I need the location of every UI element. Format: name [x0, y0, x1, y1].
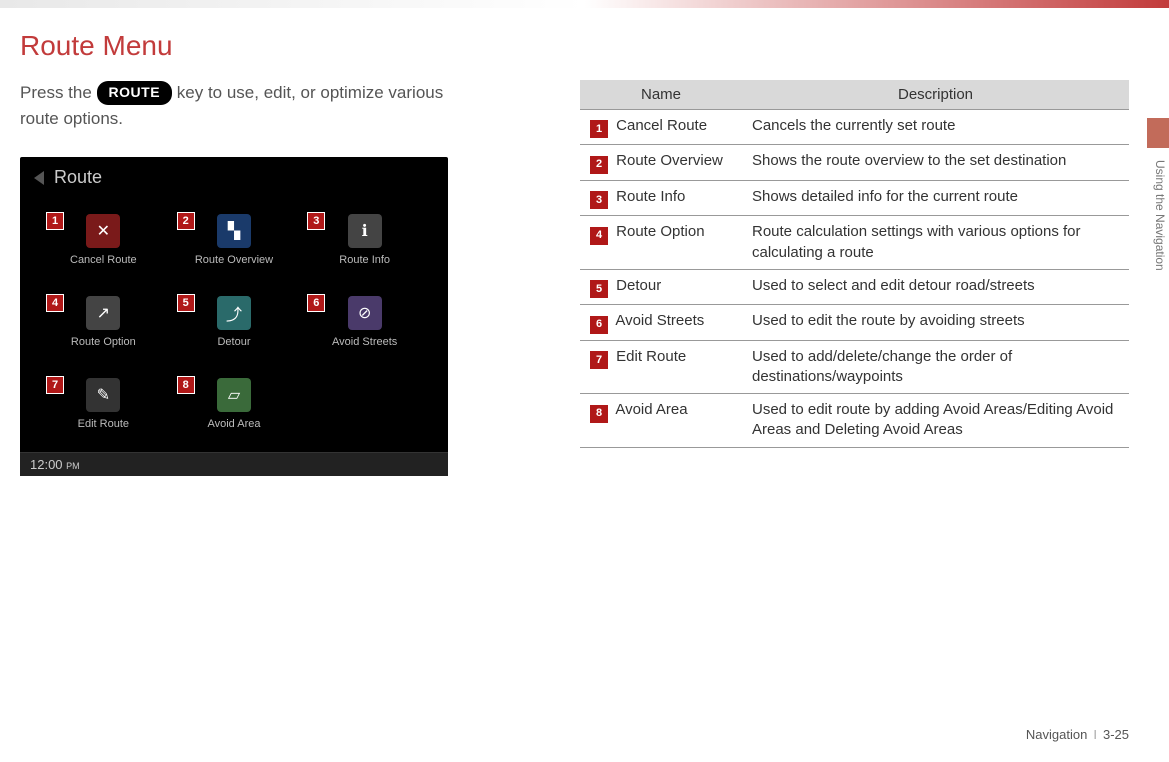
cell-desc: Route calculation settings with various …: [742, 216, 1129, 270]
tile-icon: ↗: [86, 296, 120, 330]
cell-desc: Shows detailed info for the current rout…: [742, 180, 1129, 215]
table-row: 5 DetourUsed to select and edit detour r…: [580, 269, 1129, 304]
tile-label: Route Info: [339, 254, 390, 266]
cell-desc: Used to edit route by adding Avoid Areas…: [742, 394, 1129, 448]
tile-icon: ⤴: [217, 296, 251, 330]
route-tile[interactable]: 6 ⊘ Avoid Streets: [299, 296, 430, 348]
tile-label: Edit Route: [78, 418, 129, 430]
cell-desc: Cancels the currently set route: [742, 110, 1129, 145]
tile-label: Avoid Area: [207, 418, 260, 430]
clock-suffix: PM: [66, 461, 80, 471]
tile-label: Detour: [217, 336, 250, 348]
route-tile[interactable]: 7 ✎ Edit Route: [38, 378, 169, 430]
route-tile[interactable]: 3 ℹ Route Info: [299, 214, 430, 266]
table-row: 2 Route OverviewShows the route overview…: [580, 145, 1129, 180]
cell-name: 5 Detour: [580, 269, 742, 304]
side-section-label: Using the Navigation: [1153, 160, 1167, 271]
page-footer: Navigation I 3-25: [1026, 727, 1129, 742]
footer-page-number: 3-25: [1103, 727, 1129, 742]
top-gradient-bar: [0, 0, 1169, 8]
route-tile[interactable]: 4 ↗ Route Option: [38, 296, 169, 348]
row-badge: 2: [590, 156, 608, 174]
row-badge: 4: [590, 227, 608, 245]
cell-desc: Used to select and edit detour road/stre…: [742, 269, 1129, 304]
table-row: 3 Route InfoShows detailed info for the …: [580, 180, 1129, 215]
row-badge: 6: [590, 316, 608, 334]
tile-icon: ℹ: [348, 214, 382, 248]
clock-bar: 12:00 PM: [20, 452, 448, 476]
callout-badge: 1: [46, 212, 64, 230]
callout-badge: 4: [46, 294, 64, 312]
route-tile[interactable]: 5 ⤴ Detour: [169, 296, 300, 348]
cell-desc: Used to add/delete/change the order of d…: [742, 340, 1129, 394]
footer-section: Navigation: [1026, 727, 1087, 742]
tile-label: Avoid Streets: [332, 336, 397, 348]
cell-name: 4 Route Option: [580, 216, 742, 270]
route-screenshot: Route 1 ✕ Cancel Route 2 ▚ Route Overview 3 ℹ Ro…: [20, 157, 448, 476]
table-row: 8 Avoid AreaUsed to edit route by adding…: [580, 394, 1129, 448]
table-row: 1 Cancel RouteCancels the currently set …: [580, 110, 1129, 145]
intro-text: Press the ROUTE key to use, edit, or opt…: [20, 80, 460, 131]
route-keycap: ROUTE: [97, 81, 173, 105]
row-badge: 7: [590, 351, 608, 369]
route-tile[interactable]: 1 ✕ Cancel Route: [38, 214, 169, 266]
tile-icon: ▱: [217, 378, 251, 412]
screenshot-header: Route: [20, 157, 448, 196]
callout-badge: 6: [307, 294, 325, 312]
route-tile[interactable]: 8 ▱ Avoid Area: [169, 378, 300, 430]
tile-label: Route Option: [71, 336, 136, 348]
cell-desc: Shows the route overview to the set dest…: [742, 145, 1129, 180]
th-desc: Description: [742, 80, 1129, 110]
row-badge: 5: [590, 280, 608, 298]
row-badge: 3: [590, 191, 608, 209]
side-tab-marker: [1147, 118, 1169, 148]
cell-name: 8 Avoid Area: [580, 394, 742, 448]
cell-desc: Used to edit the route by avoiding stree…: [742, 305, 1129, 340]
th-name: Name: [580, 80, 742, 110]
back-arrow-icon[interactable]: [34, 171, 44, 185]
route-description-table: Name Description 1 Cancel RouteCancels t…: [580, 80, 1129, 448]
row-badge: 8: [590, 405, 608, 423]
cell-name: 6 Avoid Streets: [580, 305, 742, 340]
tile-icon: ✎: [86, 378, 120, 412]
callout-badge: 2: [177, 212, 195, 230]
route-tile[interactable]: 2 ▚ Route Overview: [169, 214, 300, 266]
callout-badge: 8: [177, 376, 195, 394]
callout-badge: 3: [307, 212, 325, 230]
tile-icon: ▚: [217, 214, 251, 248]
clock-time: 12:00: [30, 457, 63, 472]
cell-name: 3 Route Info: [580, 180, 742, 215]
page-title: Route Menu: [20, 30, 1129, 62]
table-row: 7 Edit RouteUsed to add/delete/change th…: [580, 340, 1129, 394]
tile-icon: ✕: [86, 214, 120, 248]
row-badge: 1: [590, 120, 608, 138]
callout-badge: 5: [177, 294, 195, 312]
screenshot-title: Route: [54, 167, 102, 188]
tile-icon: ⊘: [348, 296, 382, 330]
tile-label: Route Overview: [195, 254, 273, 266]
callout-badge: 7: [46, 376, 64, 394]
intro-before: Press the: [20, 83, 97, 102]
cell-name: 7 Edit Route: [580, 340, 742, 394]
footer-separator: I: [1093, 727, 1097, 742]
cell-name: 1 Cancel Route: [580, 110, 742, 145]
tile-label: Cancel Route: [70, 254, 137, 266]
table-row: 6 Avoid StreetsUsed to edit the route by…: [580, 305, 1129, 340]
table-row: 4 Route OptionRoute calculation settings…: [580, 216, 1129, 270]
cell-name: 2 Route Overview: [580, 145, 742, 180]
